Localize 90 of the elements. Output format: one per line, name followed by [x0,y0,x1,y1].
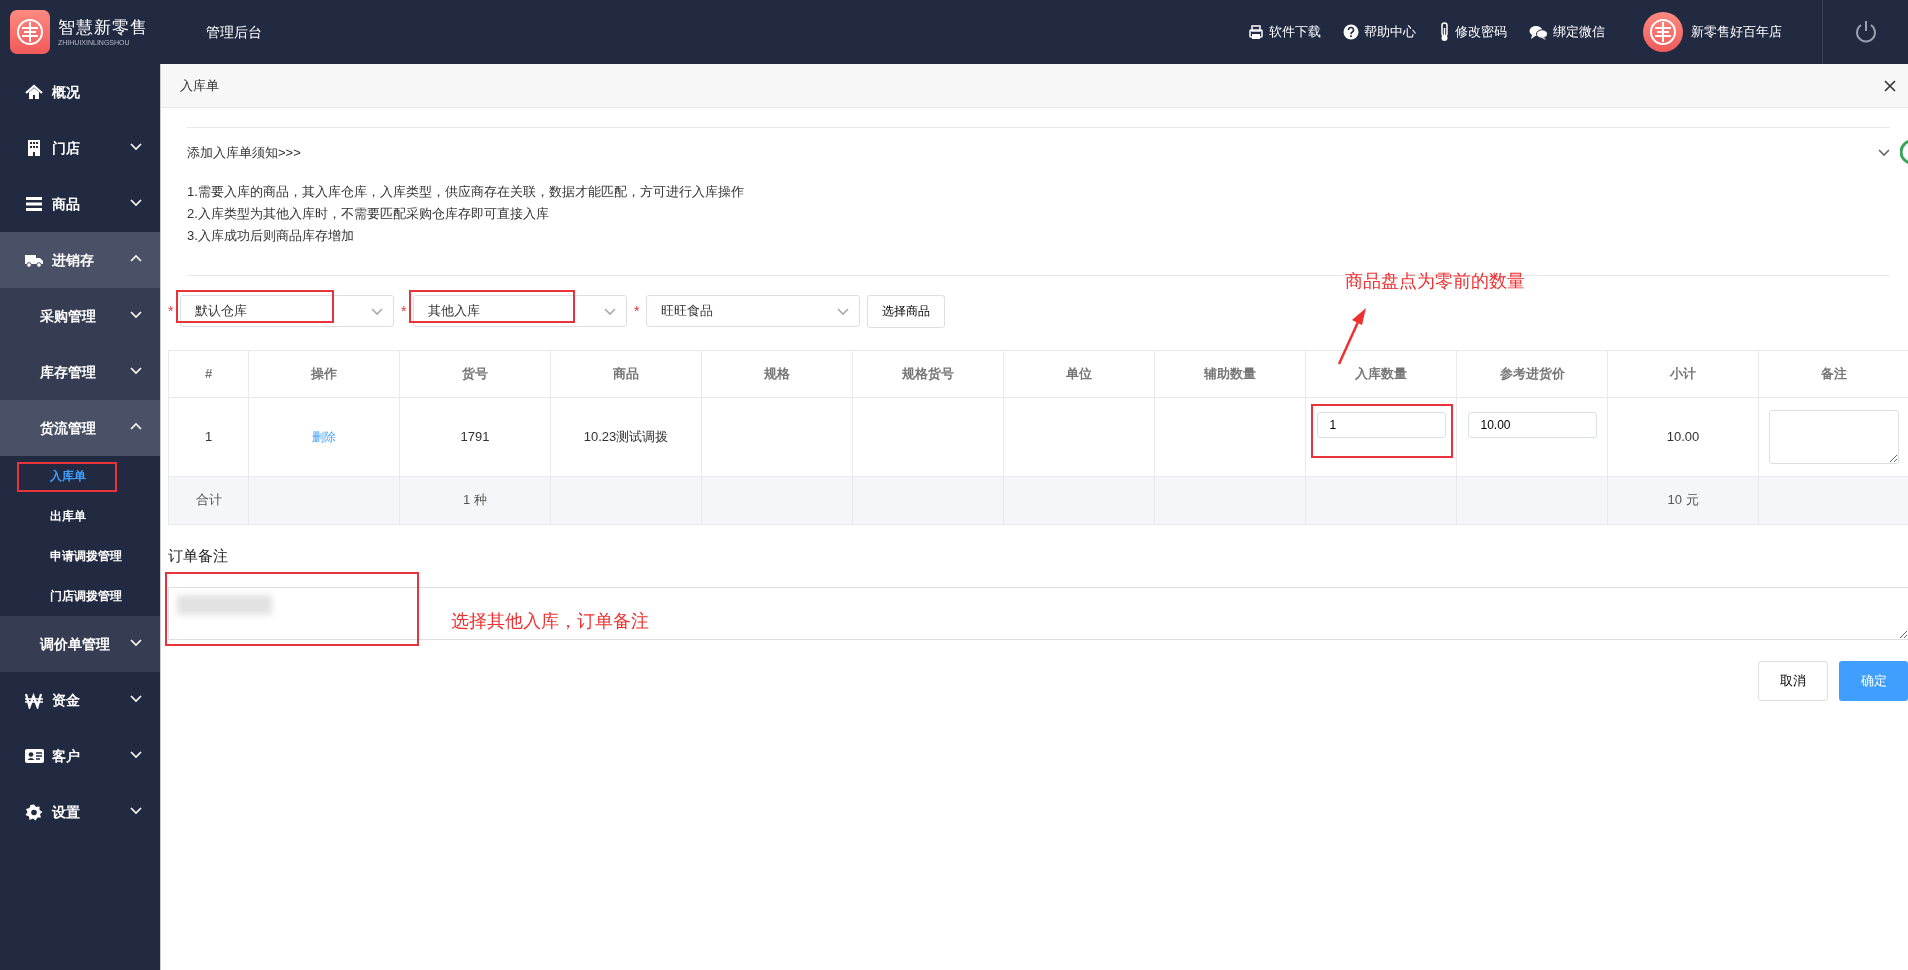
column-header: 货号 [462,365,488,381]
column-header: 操作 [311,365,337,381]
sidebar-item[interactable]: 客户 [0,728,160,784]
column-header: 规格货号 [902,365,954,381]
column-header: # [204,365,213,381]
sidebar-subitem[interactable]: 入库单 [50,467,86,485]
header-link[interactable]: 修改密码 [1438,22,1507,42]
sidebar-subitem[interactable]: 门店调拨管理 [50,587,122,605]
table-cell: 1791 [460,428,490,444]
help-icon [1343,24,1359,40]
required-mark: * [401,301,408,321]
header-link[interactable]: 帮助中心 [1343,22,1416,42]
column-header: 入库数量 [1355,365,1407,381]
truck-icon [24,252,44,268]
remark-field[interactable] [168,587,1908,640]
quantity-field[interactable]: 1 [1316,411,1446,438]
gear-icon [25,803,43,821]
notice-text: 2.入库类型为其他入库时，不需要匹配采购仓库存即可直接入库 [187,204,550,223]
sidebar-subitem[interactable]: 申请调拨管理 [50,547,122,565]
column-header: 商品 [613,365,639,381]
sidebar-item[interactable]: 货流管理 [0,400,160,456]
column-header: 小计 [1670,365,1696,381]
table-cell: 10.00 [1666,428,1700,444]
section-title: 管理后台 [206,22,262,42]
menu-icon [25,195,43,213]
column-header: 单位 [1066,365,1092,381]
table-cell: 1 [204,428,213,444]
chevron-down-icon [604,306,616,316]
chevron-down-icon [371,306,383,316]
side-tab-icon[interactable] [1900,140,1908,164]
select-field[interactable]: 默认仓库 [180,295,394,327]
table-cell: 1 种 [463,492,487,508]
column-header: 规格 [764,365,790,381]
chevron-down-icon [130,142,142,151]
chevron-down-icon [130,366,142,375]
sidebar-item[interactable]: 概况 [0,64,160,120]
chevron-up-icon [130,422,142,431]
printer-icon [1248,24,1264,40]
annotation-text: 商品盘点为零前的数量 [1345,270,1525,293]
building-icon [26,139,42,157]
power-icon[interactable] [1853,20,1878,44]
cancel-button[interactable]: 取消 [1758,661,1828,701]
notice-text: 3.入库成功后则商品库存增加 [187,226,355,245]
remark-label: 订单备注 [168,545,228,566]
column-header: 参考进货价 [1499,365,1565,381]
chevron-up-icon [130,254,142,263]
header-link[interactable]: 绑定微信 [1529,22,1605,42]
sidebar-item[interactable]: 进销存 [0,232,160,288]
required-mark: * [634,301,641,321]
table-cell: 10 元 [1667,492,1699,508]
price-field[interactable]: 10.00 [1467,411,1597,438]
sidebar-item[interactable]: 采购管理 [0,288,160,344]
chevron-down-icon [837,306,849,316]
close-icon[interactable] [1884,79,1896,92]
sidebar-item[interactable]: 设置 [0,784,160,840]
notice-text: 1.需要入库的商品，其入库仓库，入库类型，供应商存在关联，数据才能匹配，方可进行入库操作 [187,182,745,201]
sidebar-item[interactable]: 门店 [0,120,160,176]
chevron-down-icon [130,750,142,759]
sidebar-subitem[interactable]: 出库单 [50,507,86,525]
sidebar-item[interactable]: 调价单管理 [0,616,160,672]
home-icon [25,84,43,100]
header-link[interactable]: 软件下载 [1248,22,1321,42]
sidebar-item[interactable]: 商品 [0,176,160,232]
select-field[interactable]: 旺旺食品 [646,295,860,327]
chevron-down-icon [130,806,142,815]
shop-name: 新零售好百年店 [1691,23,1782,42]
column-header: 辅助数量 [1204,365,1256,381]
notice-title[interactable]: 添加入库单须知>>> [187,143,301,163]
chevron-down-icon [130,694,142,703]
chevron-down-icon [130,198,142,207]
table-cell: 10.23测试调拨 [583,428,669,444]
sidebar-item[interactable]: 库存管理 [0,344,160,400]
chat-bubbles-icon [1529,24,1548,40]
select-field[interactable]: 其他入库 [413,295,627,327]
chevron-down-icon [130,638,142,647]
id-card-icon [24,747,44,765]
column-header: 备注 [1821,365,1847,381]
logo-title: 智慧新零售 [58,18,148,36]
sidebar-item[interactable]: 资金 [0,672,160,728]
logo-glyph-icon [16,18,44,46]
thermometer-icon [1438,22,1450,42]
select-product-button[interactable]: 选择商品 [867,294,945,328]
won-icon [25,691,43,709]
total-label: 合计 [195,492,222,508]
note-field[interactable] [1769,409,1899,464]
tab-title: 入库单 [180,76,219,95]
chevron-down-icon [130,310,142,319]
logo-glyph-icon [1649,18,1677,46]
annotation-text: 选择其他入库，订单备注 [451,610,649,633]
required-mark: * [168,301,175,321]
